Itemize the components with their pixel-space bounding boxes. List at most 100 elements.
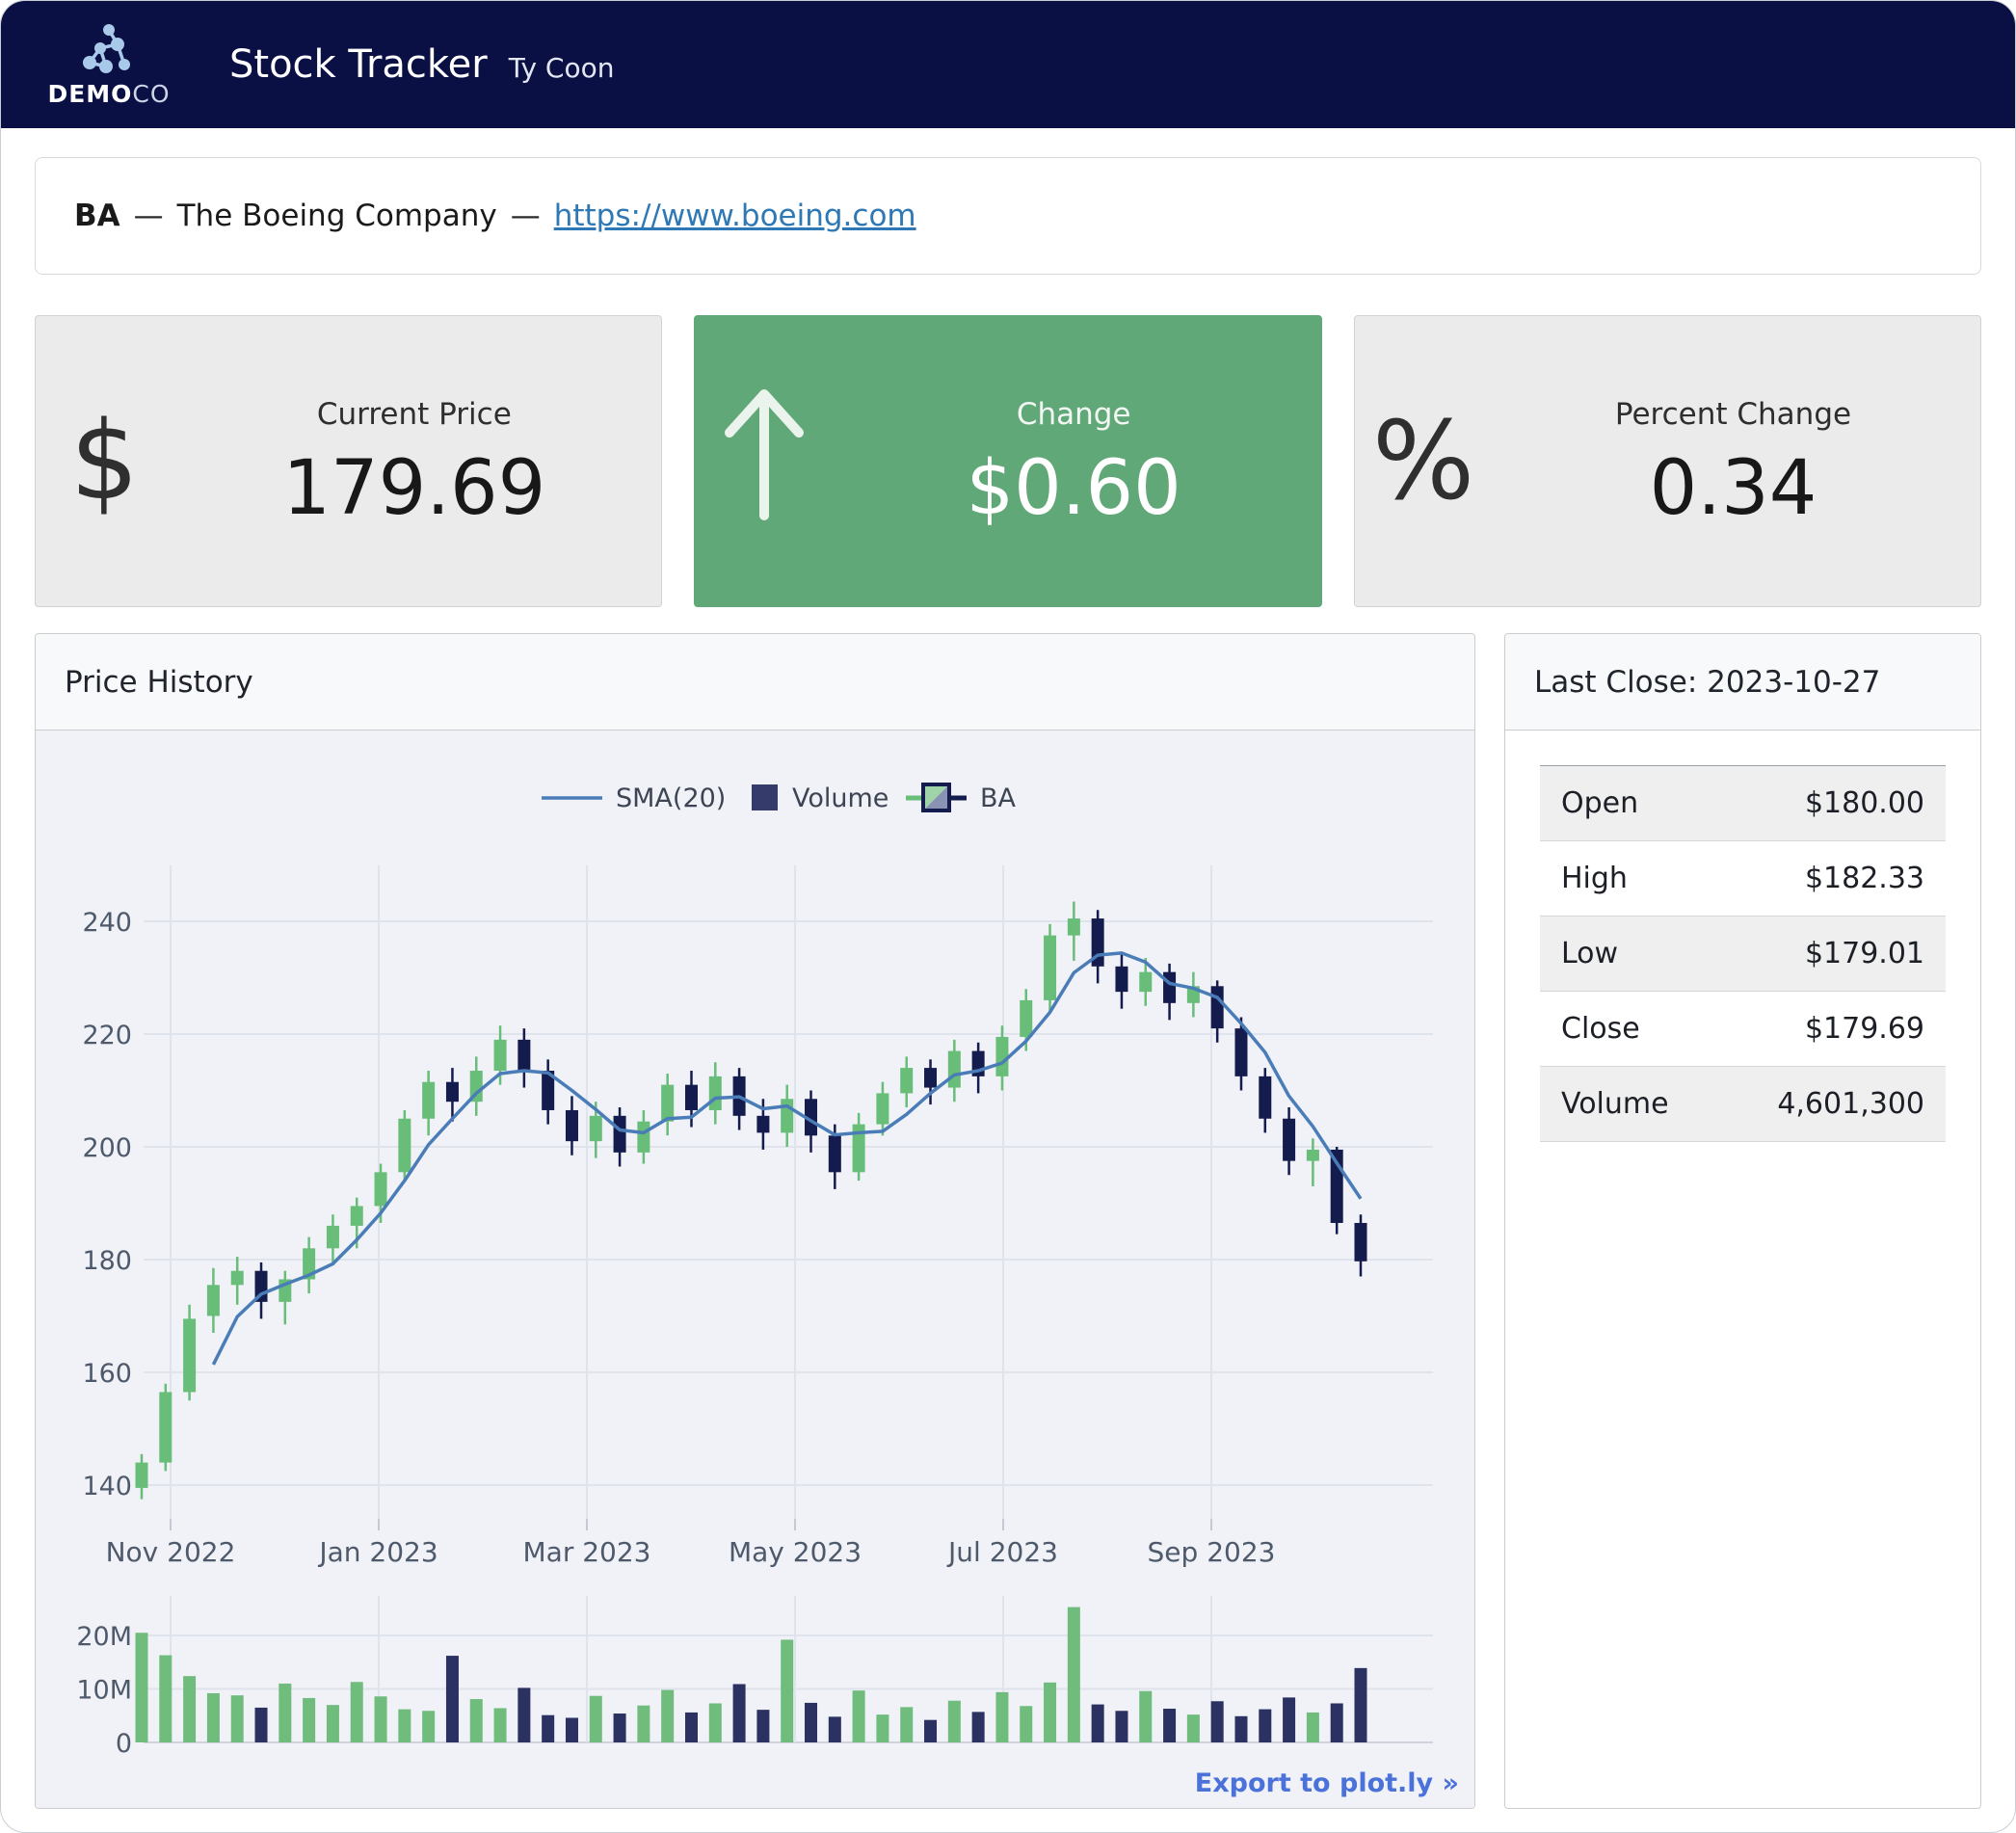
volume-bar <box>829 1716 841 1742</box>
separator-dash: — <box>511 199 541 233</box>
candle <box>566 1110 578 1141</box>
dollar-icon: $ <box>70 408 139 516</box>
x-axis-labels: Nov 2022Jan 2023Mar 2023May 2023Jul 2023… <box>106 1536 1276 1568</box>
percent-icon: % <box>1372 408 1474 516</box>
title-block: Stock Tracker Ty Coon <box>229 42 615 87</box>
candle <box>948 1051 961 1088</box>
price-history-chart-area: 24022020018016014020M10M0Nov 2022Jan 202… <box>36 731 1474 1808</box>
candle <box>375 1172 387 1206</box>
candle <box>398 1119 411 1173</box>
row-label: Open <box>1540 766 1719 841</box>
candle <box>709 1076 722 1110</box>
svg-text:Mar 2023: Mar 2023 <box>523 1536 651 1568</box>
svg-text:240: 240 <box>82 908 132 938</box>
current-price-text: Current Price 179.69 <box>167 316 661 606</box>
table-row: High$182.33 <box>1540 841 1946 916</box>
logo-wordmark: DEMOCO <box>47 80 170 108</box>
arrow-up-icon <box>716 381 812 543</box>
percent-change-card: % Percent Change 0.34 <box>1354 315 1981 607</box>
candle <box>1020 1000 1032 1037</box>
svg-text:0: 0 <box>116 1729 132 1759</box>
last-close-panel: Last Close: 2023-10-27 Open$180.00High$1… <box>1504 633 1981 1809</box>
change-text: Change $0.60 <box>827 316 1321 606</box>
chart-legend: SMA(20)VolumeBA <box>542 784 1017 813</box>
svg-text:Sep 2023: Sep 2023 <box>1148 1536 1276 1568</box>
volume-bar <box>614 1713 626 1742</box>
volume-bar <box>1092 1705 1104 1742</box>
volume-bar <box>924 1720 937 1742</box>
row-value: $180.00 <box>1719 766 1946 841</box>
candle <box>1259 1076 1271 1119</box>
volume-bar <box>661 1690 674 1742</box>
volume-bar <box>1331 1703 1343 1742</box>
svg-text:180: 180 <box>82 1246 132 1276</box>
candle <box>517 1040 530 1071</box>
volume-bar <box>446 1656 459 1742</box>
volume-bar <box>1044 1683 1056 1742</box>
volume-bar <box>685 1713 698 1742</box>
volume-bar <box>542 1715 554 1742</box>
candles-group <box>136 902 1367 1500</box>
candle <box>207 1285 220 1315</box>
candle <box>924 1068 937 1087</box>
volume-bar <box>422 1711 435 1742</box>
volume-bar <box>1068 1607 1080 1742</box>
svg-text:Nov 2022: Nov 2022 <box>106 1536 236 1568</box>
stat-label: Current Price <box>317 397 512 432</box>
volume-bars-group <box>136 1607 1367 1742</box>
volume-bar <box>136 1633 148 1742</box>
company-website-link[interactable]: https://www.boeing.com <box>554 199 916 233</box>
candle <box>661 1085 674 1122</box>
table-row: Volume4,601,300 <box>1540 1067 1946 1142</box>
volume-bar <box>756 1710 769 1742</box>
volume-bar <box>375 1696 387 1742</box>
logo-word-light: CO <box>132 80 170 108</box>
candle <box>446 1082 459 1102</box>
volume-bar <box>1163 1709 1176 1742</box>
svg-text:160: 160 <box>82 1359 132 1389</box>
volume-bar <box>709 1703 722 1742</box>
candle <box>1115 967 1127 992</box>
candle <box>781 1099 793 1132</box>
stock-tracker-page: DEMOCO Stock Tracker Ty Coon BA — The Bo… <box>0 0 2016 1833</box>
volume-bar <box>1355 1668 1367 1742</box>
stat-value: $0.60 <box>967 451 1181 526</box>
price-history-chart: 24022020018016014020M10M0Nov 2022Jan 202… <box>36 731 1475 1808</box>
volume-bar <box>853 1690 865 1742</box>
export-link[interactable]: Export to plot.ly » <box>1195 1768 1459 1798</box>
volume-bar <box>470 1699 483 1742</box>
candle <box>1139 972 1152 992</box>
svg-text:10M: 10M <box>76 1676 132 1706</box>
volume-bar <box>995 1692 1008 1742</box>
volume-bar <box>876 1714 889 1742</box>
last-close-header: Last Close: 2023-10-27 <box>1505 634 1980 731</box>
candle <box>829 1135 841 1172</box>
volume-bar <box>231 1695 244 1742</box>
legend-candle-glyph <box>906 784 967 810</box>
y-axis-labels: 24022020018016014020M10M0 <box>76 908 132 1759</box>
svg-text:Jul 2023: Jul 2023 <box>946 1536 1058 1568</box>
candle <box>756 1116 769 1133</box>
volume-bar <box>398 1710 411 1742</box>
stat-value: 0.34 <box>1650 451 1817 526</box>
stat-label: Change <box>1017 397 1131 432</box>
volume-bar <box>900 1707 913 1742</box>
candle <box>1044 936 1056 1000</box>
candle <box>494 1040 507 1071</box>
page-subtitle: Ty Coon <box>509 52 615 84</box>
candle <box>1211 986 1224 1028</box>
molecule-logo-icon <box>77 22 141 78</box>
table-row: Low$179.01 <box>1540 916 1946 992</box>
svg-text:Jan 2023: Jan 2023 <box>317 1536 438 1568</box>
volume-bar <box>1283 1697 1295 1742</box>
legend-volume-swatch <box>752 784 778 810</box>
last-close-body: Open$180.00High$182.33Low$179.01Close$17… <box>1505 731 1980 1177</box>
volume-bar <box>805 1703 817 1742</box>
price-history-header: Price History <box>36 634 1474 731</box>
volume-bar <box>517 1687 530 1742</box>
table-row: Open$180.00 <box>1540 766 1946 841</box>
svg-text:20M: 20M <box>76 1622 132 1652</box>
percent-change-text: Percent Change 0.34 <box>1486 316 1980 606</box>
change-card: Change $0.60 <box>694 315 1321 607</box>
candle <box>995 1037 1008 1076</box>
